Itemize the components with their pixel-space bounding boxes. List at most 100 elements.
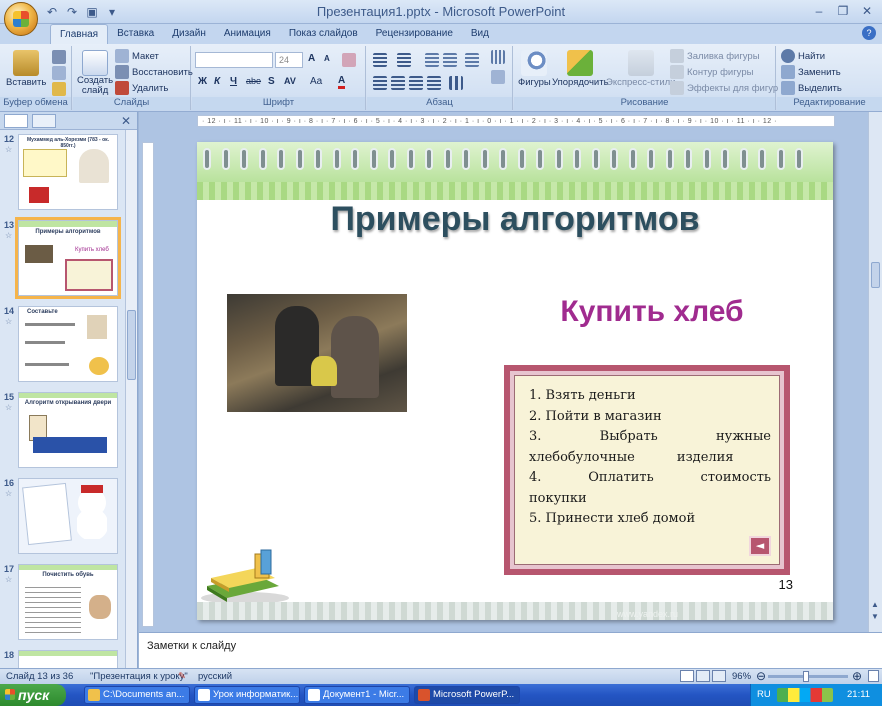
drawing-group-label: Рисование	[514, 97, 775, 110]
tab-home[interactable]: Главная	[50, 24, 109, 44]
taskbar-item-explorer[interactable]: C:\Documents an...	[84, 686, 190, 704]
slide-title[interactable]: Примеры алгоритмов	[197, 200, 833, 239]
grow-font-button[interactable]: A	[308, 53, 315, 64]
slide-sorter-icon[interactable]	[696, 670, 710, 682]
select-icon	[781, 81, 795, 95]
zoom-level[interactable]: 96%	[732, 671, 751, 682]
numbering-icon[interactable]	[397, 53, 411, 67]
shapes-button[interactable]: Фигуры	[518, 50, 551, 88]
step-item: 1. Взять деньги	[529, 388, 636, 403]
spiral-ring	[462, 148, 470, 170]
font-size-field[interactable]: 24	[275, 52, 303, 68]
replace-button[interactable]: Заменить	[781, 65, 841, 79]
increase-indent-icon[interactable]	[443, 53, 457, 67]
cut-icon[interactable]	[52, 50, 66, 64]
slideshow-icon[interactable]	[712, 670, 726, 682]
columns-icon[interactable]	[449, 76, 463, 90]
shrink-font-button[interactable]: A	[324, 54, 330, 63]
zoom-in-icon[interactable]: ⊕	[852, 669, 862, 683]
back-nav-button[interactable]: ◄	[749, 536, 771, 556]
shape-outline-button[interactable]: Контур фигуры	[670, 65, 753, 79]
paste-button[interactable]: Вставить	[6, 50, 46, 88]
shape-effects-button[interactable]: Эффекты для фигур	[670, 81, 778, 95]
align-left-icon[interactable]	[373, 76, 387, 90]
justify-icon[interactable]	[427, 76, 441, 90]
taskbar-item-powerpoint[interactable]: Microsoft PowerP...	[414, 686, 520, 704]
align-text-icon[interactable]	[491, 70, 505, 84]
tab-outline-view[interactable]	[32, 114, 56, 128]
bold-button[interactable]: Ж	[198, 76, 207, 87]
editor-scrollbar[interactable]: ▲ ▼	[868, 112, 882, 632]
thumbnail-scrollbar[interactable]	[125, 130, 137, 668]
layout-button[interactable]: Макет	[115, 49, 159, 63]
tab-design[interactable]: Дизайн	[163, 24, 215, 44]
notes-pane[interactable]: Заметки к слайду	[139, 632, 882, 668]
new-slide-button[interactable]: Создать слайд	[77, 50, 113, 96]
tab-slides-view[interactable]	[4, 114, 28, 128]
tab-insert[interactable]: Вставка	[108, 24, 163, 44]
copy-icon[interactable]	[52, 66, 66, 80]
effects-icon	[670, 81, 684, 95]
arrange-button[interactable]: Упорядочить	[552, 50, 609, 88]
bullets-icon[interactable]	[373, 53, 387, 67]
slide-footer-band	[197, 602, 833, 620]
align-center-icon[interactable]	[391, 76, 405, 90]
slides-panel: ✕ 12 ☆ Мухаммед аль-Хорезми (783 - ок. 8…	[0, 112, 138, 668]
delete-slide-button[interactable]: Удалить	[115, 81, 168, 95]
char-spacing-button[interactable]: AV	[284, 76, 296, 86]
shadow-button[interactable]: S	[268, 76, 275, 87]
select-button[interactable]: Выделить	[781, 81, 842, 95]
tab-slideshow[interactable]: Показ слайдов	[280, 24, 367, 44]
language-status[interactable]: русский	[198, 671, 232, 682]
slide-subheading[interactable]: Купить хлеб	[527, 295, 777, 329]
scrollbar-thumb[interactable]	[871, 262, 880, 288]
taskbar-item-lesson[interactable]: Урок информатик...	[194, 686, 300, 704]
taskbar-item-document[interactable]: Документ1 - Micr...	[304, 686, 410, 704]
horizontal-ruler: · 12 · ı · 11 · ı · 10 · ı · 9 · ı · 8 ·…	[197, 115, 835, 127]
prev-slide-icon[interactable]: ▲	[871, 600, 879, 609]
help-icon[interactable]: ?	[862, 26, 876, 40]
quick-styles-button[interactable]: Экспресс-стили	[606, 50, 675, 88]
minimize-button[interactable]: –	[808, 2, 830, 20]
change-case-button[interactable]: Aa	[310, 76, 322, 87]
italic-button[interactable]: К	[214, 76, 220, 87]
steps-frame[interactable]: 1. Взять деньги 2. Пойти в магазин 3. Вы…	[504, 365, 790, 575]
ribbon: Вставить Буфер обмена Создать слайд Маке…	[0, 44, 882, 112]
bakery-photo[interactable]	[227, 294, 407, 412]
format-painter-icon[interactable]	[52, 82, 66, 96]
next-slide-icon[interactable]: ▼	[871, 612, 879, 621]
fit-window-icon[interactable]	[868, 670, 879, 682]
office-logo-icon	[13, 11, 29, 27]
line-spacing-icon[interactable]	[465, 53, 479, 67]
tray-icons[interactable]	[777, 688, 833, 702]
normal-view-icon[interactable]	[680, 670, 694, 682]
close-icon[interactable]: ✕	[121, 114, 131, 128]
font-group: 24 A A Ж К Ч abe S AV Aa A Шрифт	[192, 46, 366, 110]
underline-button[interactable]: Ч	[230, 76, 237, 87]
font-name-field[interactable]	[195, 52, 273, 68]
start-button[interactable]: пуск	[0, 684, 66, 706]
input-language[interactable]: RU	[757, 689, 771, 700]
decrease-indent-icon[interactable]	[425, 53, 439, 67]
reset-button[interactable]: Восстановить	[115, 65, 193, 79]
font-color-button[interactable]: A	[338, 75, 346, 89]
text-direction-icon[interactable]	[491, 50, 505, 64]
spellcheck-icon[interactable]: ✎	[178, 671, 186, 682]
shape-fill-button[interactable]: Заливка фигуры	[670, 49, 760, 63]
spiral-ring	[665, 148, 674, 170]
close-button[interactable]: ✕	[856, 2, 878, 20]
clear-format-icon[interactable]	[342, 53, 356, 67]
slide-canvas[interactable]: Примеры алгоритмов Купить хлеб 1. Взять …	[197, 142, 833, 620]
office-button[interactable]	[4, 2, 38, 36]
spiral-ring	[295, 148, 304, 170]
zoom-out-icon[interactable]: ⊖	[756, 669, 766, 683]
tab-review[interactable]: Рецензирование	[367, 24, 462, 44]
find-button[interactable]: Найти	[781, 49, 825, 63]
align-right-icon[interactable]	[409, 76, 423, 90]
scrollbar-thumb[interactable]	[127, 310, 136, 380]
tab-animation[interactable]: Анимация	[215, 24, 280, 44]
tab-view[interactable]: Вид	[462, 24, 498, 44]
strikethrough-button[interactable]: abe	[246, 76, 261, 86]
maximize-button[interactable]: ❐	[832, 2, 854, 20]
zoom-slider-knob[interactable]	[803, 671, 810, 682]
